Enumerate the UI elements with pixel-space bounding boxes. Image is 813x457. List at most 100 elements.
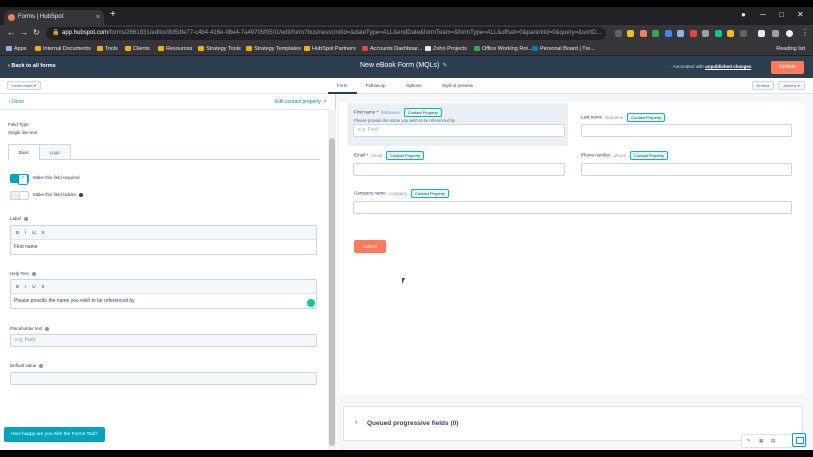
queued-progressive-fields[interactable]: › Queued progressive fields (0) (343, 406, 803, 441)
back-to-forms-link[interactable]: ‹ Back to all forms (8, 63, 56, 69)
bookmark-apps[interactable]: Apps (6, 44, 27, 54)
site-favicon-icon (474, 46, 480, 51)
chat-icon[interactable] (792, 433, 806, 447)
label-editor[interactable]: B I U S First name (10, 225, 317, 255)
underline-button[interactable]: U (32, 230, 35, 235)
url-input[interactable]: 🔒 app.hubspot.com/forms/2661831/editor/8… (46, 27, 606, 40)
extension-icon[interactable] (727, 30, 734, 37)
tab-basic[interactable]: Basic (8, 144, 40, 160)
help-icon[interactable] (31, 271, 36, 276)
help-text-editor[interactable]: B I U S Please provide the name you wish to… (10, 279, 317, 309)
done-link[interactable]: ‹ Done (9, 99, 24, 105)
extensions-puzzle-icon[interactable] (758, 30, 765, 37)
bookmark-folder[interactable]: HubSpot Partners (304, 44, 356, 54)
extension-icon[interactable] (652, 30, 659, 37)
strikethrough-button[interactable]: S (42, 284, 45, 289)
bold-button[interactable]: B (16, 284, 19, 289)
contact-property-badge: Contact Property (630, 151, 669, 160)
site-favicon-icon (532, 46, 538, 51)
extension-icon[interactable] (677, 30, 684, 37)
italic-button[interactable]: I (25, 284, 26, 289)
help-icon[interactable] (39, 363, 44, 368)
media-icon[interactable] (772, 30, 779, 37)
italic-button[interactable]: I (25, 230, 26, 235)
company-input[interactable] (353, 201, 792, 214)
help-icon[interactable] (45, 326, 50, 331)
placeholder-input[interactable]: e.g. Fred (10, 334, 317, 347)
email-input[interactable] (353, 163, 565, 176)
info-icon[interactable] (78, 192, 83, 197)
bookmark-folder[interactable]: Clients (125, 44, 150, 54)
reload-icon[interactable]: ↻ (33, 28, 40, 37)
panel-scrollbar[interactable] (328, 110, 336, 450)
firstname-input[interactable]: e.g. Fred (353, 124, 565, 137)
bookmark-folder[interactable]: Resources (158, 44, 192, 54)
extension-icon[interactable] (665, 30, 672, 37)
hubspot-favicon-icon (8, 14, 15, 21)
layout-icon[interactable]: ▤ (771, 435, 775, 447)
bookmark-star-icon[interactable] (627, 30, 634, 37)
reading-list[interactable]: Reading list (776, 44, 805, 54)
tab-form[interactable]: Form (328, 83, 356, 94)
default-value-input[interactable] (10, 372, 317, 385)
share-icon[interactable] (615, 30, 622, 37)
grid-icon[interactable]: ▦ (759, 435, 763, 447)
edit-contact-property-link[interactable]: Edit contact property ↗ (275, 99, 326, 105)
extension-icon[interactable] (640, 30, 647, 37)
bookmark-folder[interactable]: Internal Documents (35, 44, 91, 54)
embed-button[interactable]: Embed (752, 81, 774, 90)
browser-tab[interactable]: Forms | HubSpot × (4, 10, 104, 25)
close-tab-icon[interactable]: × (96, 10, 100, 25)
required-toggle[interactable] (10, 174, 29, 185)
bookmark-folder[interactable]: Strategy Templates (246, 44, 301, 54)
extension-icon[interactable] (702, 30, 709, 37)
tab-follow-up[interactable]: Follow-up (366, 83, 386, 88)
folder-icon (304, 46, 310, 51)
learn-more-button[interactable]: Learn more ▾ (7, 81, 41, 90)
pencil-icon[interactable]: ✎ (747, 435, 751, 447)
form-title[interactable]: New eBook Form (MQLs) ✎ (360, 62, 447, 69)
strikethrough-button[interactable]: S (42, 230, 45, 235)
tab-logic[interactable]: Logic (39, 144, 71, 160)
lastname-input[interactable] (581, 124, 792, 137)
phone-input[interactable] (581, 163, 792, 176)
new-tab-button[interactable]: + (110, 9, 116, 20)
feedback-button[interactable]: How happy are you with the Forms Tool? (4, 427, 105, 442)
grammarly-icon[interactable] (307, 299, 315, 307)
back-icon[interactable]: ← (7, 28, 15, 37)
folder-icon (125, 46, 131, 51)
bookmark-folder[interactable]: Strategy Tools (198, 44, 241, 54)
tab-style-preview[interactable]: Style & preview (442, 83, 473, 88)
help-text-value[interactable]: Please provide the name you wish to be r… (11, 294, 316, 308)
edit-pencil-icon[interactable]: ✎ (442, 63, 447, 69)
close-window-icon[interactable]: ✕ (797, 10, 804, 19)
media-control-icon[interactable]: ● (741, 10, 746, 19)
grammarly-extension-icon[interactable] (715, 30, 722, 37)
bookmark-link[interactable]: Personal Board | Tre... (532, 44, 595, 54)
extension-icon[interactable] (740, 30, 747, 37)
hidden-toggle[interactable] (10, 191, 29, 200)
bold-button[interactable]: B (16, 230, 19, 235)
bookmark-folder[interactable]: Tools (97, 44, 118, 54)
url-host: app.hubspot.com (62, 30, 109, 36)
help-icon[interactable] (24, 216, 29, 221)
update-button[interactable]: Update (771, 61, 804, 74)
chevron-right-icon[interactable]: › (355, 419, 357, 426)
tab-options[interactable]: Options (406, 83, 422, 88)
underline-button[interactable]: U (32, 284, 35, 289)
minimize-window-icon[interactable]: ─ (760, 10, 766, 19)
profile-avatar[interactable] (786, 30, 793, 37)
label-value[interactable]: First name (11, 240, 316, 254)
address-bar-row: ← → ↻ 🔒 app.hubspot.com/forms/2661831/ed… (0, 25, 813, 42)
bookmark-link[interactable]: Accounts Dashboar... (362, 44, 422, 54)
bookmark-link[interactable]: Office Working Rot... (474, 44, 533, 54)
submit-button[interactable]: Submit (354, 240, 386, 253)
bookmark-link[interactable]: Zoho Projects (425, 44, 467, 54)
actions-button[interactable]: Actions ▾ (778, 81, 805, 90)
maximize-window-icon[interactable]: □ (779, 10, 784, 19)
forward-icon[interactable]: → (20, 28, 28, 37)
extension-icon[interactable] (690, 30, 697, 37)
placeholder-text-label: Placeholder text (10, 326, 50, 331)
browser-menu-icon[interactable]: ⋮ (801, 28, 809, 37)
scrollbar-thumb[interactable] (329, 138, 335, 446)
